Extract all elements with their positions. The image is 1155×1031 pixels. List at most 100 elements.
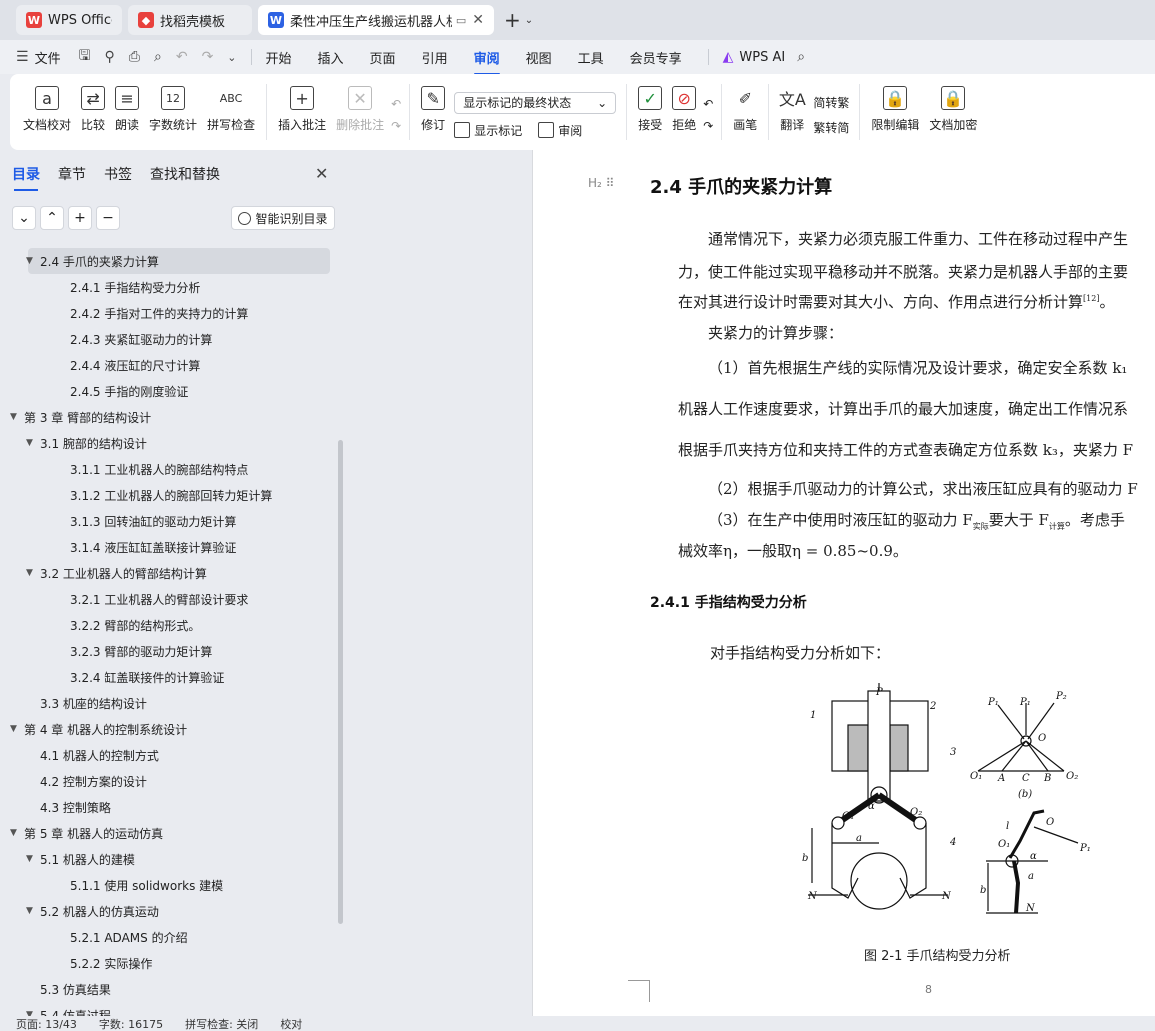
status-spell-check[interactable]: 拼写检查: 关闭 [185, 1016, 258, 1031]
toc-item[interactable]: 4.2 控制方案的设计 [0, 768, 340, 794]
nav-tab-bookmarks[interactable]: 书签 [104, 164, 132, 184]
toc-item[interactable]: ▼ 第 4 章 机器人的控制系统设计 [0, 716, 340, 742]
close-icon[interactable]: ✕ [315, 164, 328, 183]
pen-button[interactable]: ✐ 画笔 [728, 80, 762, 150]
toc-item[interactable]: ▼ 2.4 手爪的夹紧力计算 [26, 248, 330, 274]
delete-comment-button[interactable]: ✕ 删除批注 [331, 80, 389, 150]
expand-arrow-icon[interactable]: ▼ [10, 412, 24, 422]
drag-handle-icon[interactable]: ⠿ [606, 176, 615, 190]
restrict-edit-button[interactable]: 🔒 限制编辑 [866, 80, 924, 150]
toc-item[interactable]: 5.2.1 ADAMS 的介绍 [0, 924, 340, 950]
toc-item[interactable]: 3.1.4 液压缸缸盖联接计算验证 [0, 534, 340, 560]
collapse-down-icon[interactable]: ⌄ [12, 206, 36, 230]
save-icon[interactable]: 🖫 [79, 45, 91, 69]
chevron-down-icon[interactable]: ⌄ [525, 15, 533, 26]
accept-button[interactable]: ✓ 接受 [633, 80, 667, 150]
redo-icon[interactable]: ↷ [202, 49, 214, 65]
toc-item[interactable]: 5.3 仿真结果 [0, 976, 340, 1002]
toc-item[interactable]: 4.3 控制策略 [0, 794, 340, 820]
share-icon[interactable]: ⚲ [105, 49, 115, 65]
doc-encrypt-button[interactable]: 🔒 文档加密 [924, 80, 982, 150]
insert-comment-button[interactable]: + 插入批注 [273, 80, 331, 150]
doc-check-button[interactable]: a 文档校对 [18, 80, 76, 150]
toc-item[interactable]: ▼ 5.2 机器人的仿真运动 [0, 898, 340, 924]
toc-item[interactable]: ▼ 3.2 工业机器人的臂部结构计算 [0, 560, 340, 586]
to-simplified-button[interactable]: 繁转简 [813, 119, 849, 136]
next-change-icon[interactable]: ↷ [703, 119, 713, 133]
toc-item[interactable]: 2.4.2 手指对工件的夹持力的计算 [0, 300, 340, 326]
menu-start[interactable]: 开始 [266, 48, 292, 67]
tab-wps-office[interactable]: W WPS Office [16, 5, 122, 35]
expand-arrow-icon[interactable]: ▼ [26, 906, 40, 916]
prev-comment-icon[interactable]: ↶ [391, 97, 401, 111]
toc-item[interactable]: ▼ 第 5 章 机器人的运动仿真 [0, 820, 340, 846]
expand-arrow-icon[interactable]: ▼ [26, 854, 40, 864]
toc-item[interactable]: 2.4.3 夹紧缸驱动力的计算 [0, 326, 340, 352]
menu-tools[interactable]: 工具 [578, 48, 604, 67]
new-tab-icon[interactable]: + [504, 8, 521, 32]
smart-toc-button[interactable]: 智能识别目录 [231, 206, 335, 230]
status-proof[interactable]: 校对 [280, 1016, 302, 1031]
toc-item[interactable]: ▼ 5.4 仿真过程 [0, 1002, 340, 1017]
expand-arrow-icon[interactable]: ▼ [26, 438, 40, 448]
toc-item[interactable]: 3.2.3 臂部的驱动力矩计算 [0, 638, 340, 664]
undo-icon[interactable]: ↶ [176, 49, 188, 65]
next-comment-icon[interactable]: ↷ [391, 119, 401, 133]
revise-button[interactable]: ✎ 修订 [416, 80, 450, 150]
toc-item[interactable]: 3.2.4 缸盖联接件的计算验证 [0, 664, 340, 690]
hamburger-icon[interactable]: ☰ [16, 49, 29, 65]
expand-arrow-icon[interactable]: ▼ [26, 256, 40, 266]
monitor-icon[interactable]: ▭ [456, 14, 466, 27]
expand-up-icon[interactable]: ⌃ [40, 206, 64, 230]
menu-page[interactable]: 页面 [370, 48, 396, 67]
toc-item[interactable]: 3.3 机座的结构设计 [0, 690, 340, 716]
menu-reference[interactable]: 引用 [422, 48, 448, 67]
tab-current-document[interactable]: W 柔性冲压生产线搬运机器人机械 ▭ ✕ [258, 5, 494, 35]
remove-heading-icon[interactable]: − [96, 206, 120, 230]
compare-button[interactable]: ⇄ 比较 [76, 80, 110, 150]
tab-docer-templates[interactable]: ◆ 找稻壳模板 [128, 5, 252, 35]
menu-file[interactable]: 文件 [35, 48, 61, 67]
menu-wps-ai[interactable]: WPS AI [739, 50, 785, 65]
read-aloud-button[interactable]: ≡ 朗读 [110, 80, 144, 150]
status-word-count[interactable]: 字数: 16175 [99, 1016, 163, 1031]
toc-item[interactable]: 2.4.1 手指结构受力分析 [0, 274, 340, 300]
toc-item[interactable]: 3.1.1 工业机器人的腕部结构特点 [0, 456, 340, 482]
toc-item[interactable]: 3.2.1 工业机器人的臂部设计要求 [0, 586, 340, 612]
toc-item[interactable]: ▼ 第 3 章 臂部的结构设计 [0, 404, 340, 430]
toc-item[interactable]: 2.4.5 手指的刚度验证 [0, 378, 340, 404]
translate-button[interactable]: 文A 翻译 [775, 80, 809, 150]
nav-tab-find-replace[interactable]: 查找和替换 [150, 164, 220, 184]
nav-tab-toc[interactable]: 目录 [12, 164, 40, 191]
toc-item[interactable]: 3.1.3 回转油缸的驱动力矩计算 [0, 508, 340, 534]
markup-state-select[interactable]: 显示标记的最终状态 ⌄ [454, 91, 617, 114]
print-icon[interactable]: ⎙ [129, 49, 140, 65]
toc-item[interactable]: 2.4.4 液压缸的尺寸计算 [0, 352, 340, 378]
toc-item[interactable]: ▼ 5.1 机器人的建模 [0, 846, 340, 872]
expand-arrow-icon[interactable]: ▼ [10, 724, 24, 734]
to-traditional-button[interactable]: 简转繁 [813, 94, 849, 111]
add-heading-icon[interactable]: + [68, 206, 92, 230]
search-icon[interactable]: ⌕ [797, 49, 805, 65]
prev-change-icon[interactable]: ↶ [703, 97, 713, 111]
toc-item[interactable]: 5.1.1 使用 solidworks 建模 [0, 872, 340, 898]
toc-item[interactable]: 4.1 机器人的控制方式 [0, 742, 340, 768]
print-preview-icon[interactable]: ⌕ [154, 49, 162, 65]
expand-arrow-icon[interactable]: ▼ [26, 568, 40, 578]
close-tab-icon[interactable]: ✕ [472, 12, 484, 28]
word-count-button[interactable]: 12 字数统计 [144, 80, 202, 150]
menu-view[interactable]: 视图 [526, 48, 552, 67]
show-markup-button[interactable]: 显示标记 [454, 122, 522, 139]
review-pane-button[interactable]: 审阅 [538, 122, 582, 139]
heading-level-mark[interactable]: H₂ ⠿ [588, 176, 614, 190]
toc-item[interactable]: 5.2.2 实际操作 [0, 950, 340, 976]
status-page[interactable]: 页面: 13/43 [16, 1016, 77, 1031]
toc-item[interactable]: 3.1.2 工业机器人的腕部回转力矩计算 [0, 482, 340, 508]
toc-scrollbar[interactable] [338, 440, 343, 924]
reject-button[interactable]: ⊘ 拒绝 [667, 80, 701, 150]
expand-arrow-icon[interactable]: ▼ [10, 828, 24, 838]
chevron-down-icon[interactable]: ⌄ [227, 51, 236, 64]
menu-insert[interactable]: 插入 [318, 48, 344, 67]
toc-item[interactable]: 3.2.2 臂部的结构形式。 [0, 612, 340, 638]
spell-check-button[interactable]: ABC 拼写检查 [202, 80, 260, 150]
